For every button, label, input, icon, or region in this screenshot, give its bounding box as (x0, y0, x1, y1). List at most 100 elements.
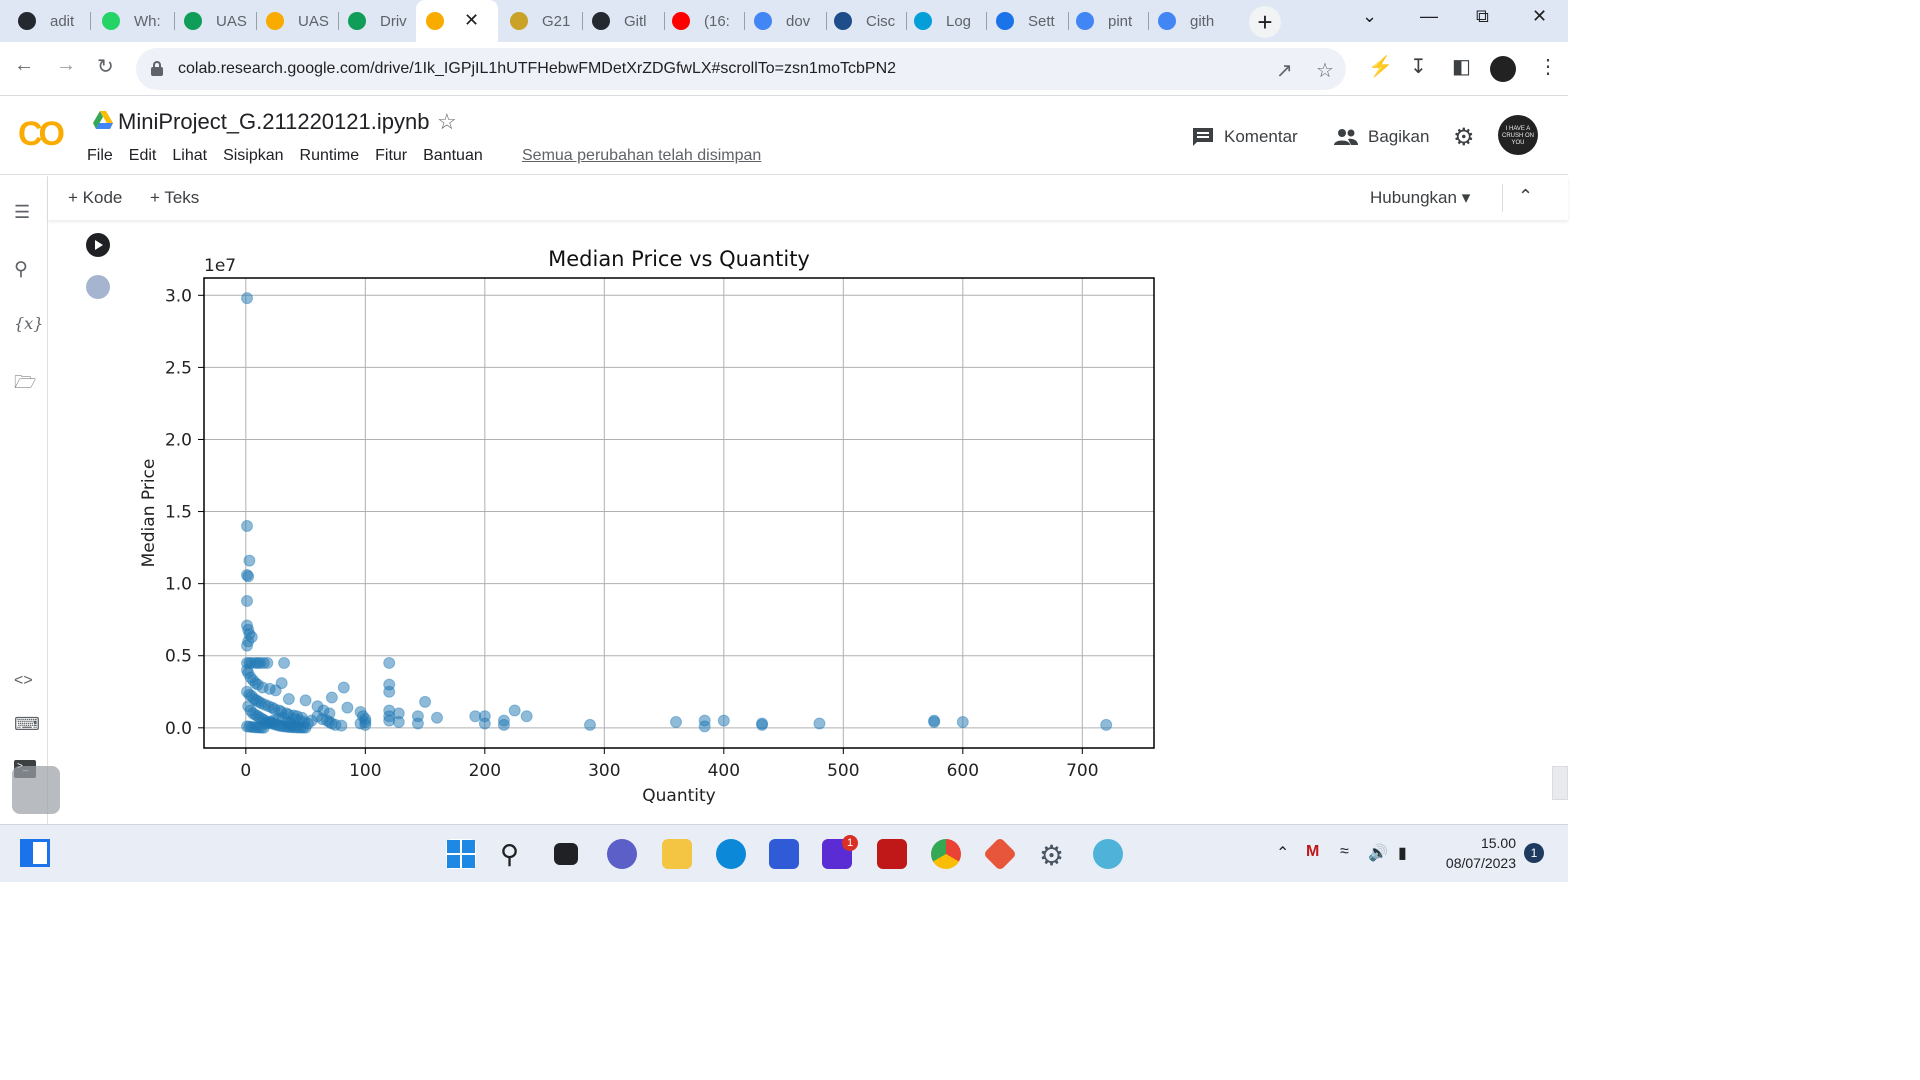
account-avatar[interactable]: I HAVE A CRUSH ON YOU (1498, 115, 1538, 155)
menu-view[interactable]: Lihat (172, 147, 207, 165)
browser-tab[interactable]: ✕ (416, 0, 498, 42)
battery-icon[interactable]: ▮ (1398, 843, 1407, 863)
edge-icon[interactable] (716, 839, 746, 869)
settings-taskbar-icon[interactable]: ⚙ (1039, 839, 1069, 871)
run-cell-button[interactable] (86, 233, 110, 257)
comment-button[interactable]: Komentar (1192, 127, 1298, 147)
browser-tab[interactable]: Driv (338, 5, 416, 37)
search-icon[interactable]: ⚲ (14, 258, 28, 281)
x-tick-label: 100 (349, 761, 381, 781)
data-point (341, 701, 354, 714)
forward-icon[interactable]: → (56, 54, 76, 77)
tab-title: Log (946, 12, 972, 30)
browser-tab[interactable]: Wh: (92, 5, 170, 37)
store-icon[interactable] (769, 839, 799, 869)
mcafee-tray-icon[interactable]: M (1306, 843, 1319, 861)
tab-title: gith (1190, 12, 1215, 30)
browser-tab[interactable]: Cisc (824, 5, 902, 37)
chrome-icon[interactable] (931, 839, 961, 869)
browser-tab[interactable]: G21 (500, 5, 578, 37)
browser-tab[interactable]: UAS (256, 5, 334, 37)
share-page-icon[interactable]: ↗ (1276, 58, 1293, 83)
menu-runtime[interactable]: Runtime (300, 147, 360, 165)
new-tab-button[interactable]: + (1249, 6, 1281, 38)
minimize-icon[interactable]: — (1420, 6, 1438, 27)
x-tick-label: 400 (708, 761, 740, 781)
y-tick-label: 3.0 (165, 286, 192, 306)
browser-tab[interactable]: dov (744, 5, 822, 37)
back-icon[interactable]: ← (14, 54, 34, 77)
data-point (583, 718, 596, 731)
add-text-button[interactable]: + Teks (150, 188, 199, 208)
browser-tab[interactable]: Gitl (582, 5, 660, 37)
data-point (756, 718, 769, 731)
chart-svg: 0 100 200 300 400 500 600 700 0.0 0.5 1.0 1.5 2.0 2.5… (139, 247, 1155, 806)
connect-button[interactable]: Hubungkan ▾ (1370, 188, 1470, 208)
volume-icon[interactable]: 🔊 (1368, 843, 1388, 863)
git-icon[interactable] (983, 837, 1017, 871)
notification-badge[interactable]: 1 (1524, 843, 1544, 863)
tray-chevron-icon[interactable]: ⌃ (1276, 843, 1289, 863)
menu-edit[interactable]: Edit (129, 147, 157, 165)
notebook-title[interactable]: MiniProject_G.211220121.ipynb (118, 109, 429, 135)
data-point (670, 716, 683, 729)
task-view-icon[interactable] (554, 843, 578, 865)
share-button[interactable]: Bagikan (1334, 127, 1429, 147)
code-snippets-icon[interactable]: <> (14, 672, 33, 690)
add-code-button[interactable]: + Kode (68, 188, 122, 208)
address-bar[interactable]: colab.research.google.com/drive/1Ik_IGPj… (136, 48, 1346, 90)
menu-insert[interactable]: Sisipkan (223, 147, 283, 165)
browser-menu-icon[interactable]: ⋮ (1538, 54, 1558, 79)
browser-tab[interactable]: gith (1148, 5, 1226, 37)
tab-search-icon[interactable]: ⌄ (1362, 6, 1377, 27)
menu-tools[interactable]: Fitur (375, 147, 407, 165)
command-palette-icon[interactable]: ⌨ (14, 714, 40, 735)
paint-icon[interactable] (1093, 839, 1123, 869)
scrollbar-thumb[interactable] (1552, 766, 1568, 800)
search-taskbar-icon[interactable]: ⚲ (500, 839, 530, 869)
teams-chat-icon[interactable] (607, 839, 637, 869)
data-point (261, 656, 274, 669)
reload-icon[interactable]: ↻ (97, 54, 114, 79)
close-tab-icon[interactable]: ✕ (464, 10, 479, 31)
start-icon[interactable] (446, 839, 476, 869)
y-tick-label: 0.0 (165, 719, 192, 739)
y-tick-label: 0.5 (165, 647, 192, 667)
browser-tab[interactable]: pint (1066, 5, 1144, 37)
close-window-icon[interactable]: ✕ (1532, 6, 1547, 27)
variables-icon[interactable]: {x} (14, 314, 43, 333)
floating-widget[interactable] (12, 766, 60, 814)
connect-label: Hubungkan (1370, 188, 1457, 207)
settings-gear-icon[interactable]: ⚙ (1453, 123, 1475, 152)
y-tick-label: 2.5 (165, 358, 192, 378)
files-icon[interactable]: 🗁 (14, 370, 36, 400)
save-status[interactable]: Semua perubahan telah disimpan (522, 147, 761, 165)
drive-icon[interactable] (93, 111, 113, 129)
data-point (242, 570, 255, 583)
mcafee-icon[interactable] (877, 839, 907, 869)
data-point (508, 704, 521, 717)
toc-icon[interactable]: ☰ (14, 202, 30, 223)
file-explorer-icon[interactable] (662, 839, 692, 869)
wifi-icon[interactable]: ≈ (1340, 843, 1349, 861)
bookmark-star-icon[interactable]: ☆ (1316, 58, 1334, 83)
clock[interactable]: 15.00 08/07/2023 (1436, 833, 1516, 873)
browser-tab[interactable]: Log (904, 5, 982, 37)
collapse-header-icon[interactable]: ⌃ (1518, 186, 1533, 207)
menu-help[interactable]: Bantuan (423, 147, 483, 165)
extension-icon[interactable]: ⚡ (1368, 54, 1393, 79)
browser-tab[interactable]: UAS (174, 5, 252, 37)
browser-tab[interactable]: adit (8, 5, 86, 37)
colab-logo[interactable]: CO (18, 115, 65, 154)
restore-icon[interactable]: ⧉ (1476, 6, 1489, 27)
browser-tab[interactable]: Sett (986, 5, 1064, 37)
browser-tab[interactable]: (16: (662, 5, 740, 37)
download-icon[interactable]: ↧ (1410, 54, 1427, 79)
tab-title: G21 (542, 12, 571, 30)
side-panel-icon[interactable]: ◧ (1452, 54, 1471, 79)
star-icon[interactable]: ☆ (437, 109, 457, 135)
profile-avatar[interactable] (1490, 56, 1516, 82)
menu-file[interactable]: File (87, 147, 113, 165)
data-point (497, 718, 510, 731)
widgets-icon[interactable] (20, 839, 50, 867)
